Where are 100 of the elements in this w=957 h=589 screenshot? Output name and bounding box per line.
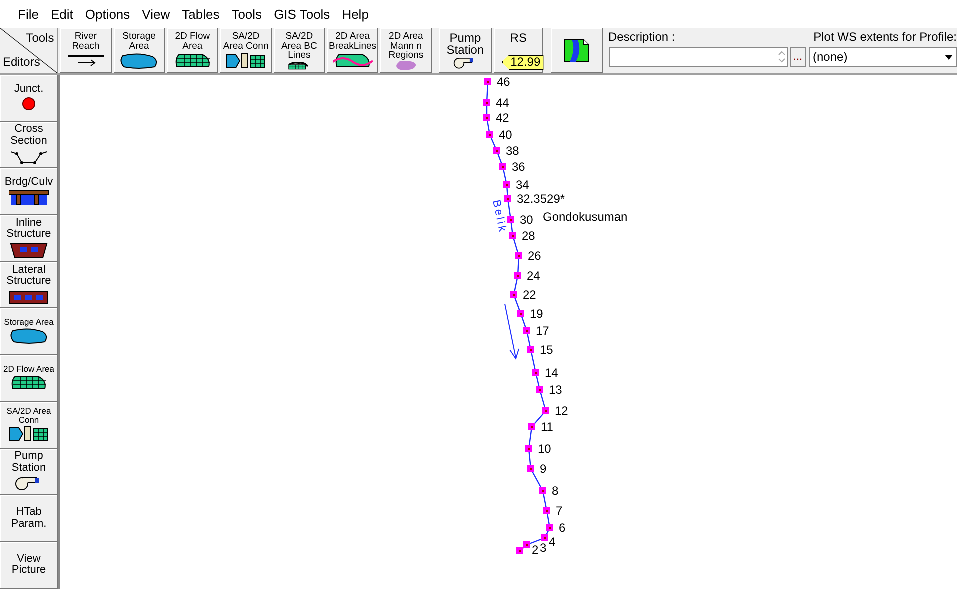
station-label: 44 [496, 96, 510, 110]
cross-section-marker[interactable] [532, 370, 540, 376]
editor-button[interactable]: View Picture [0, 542, 58, 589]
cross-section-marker[interactable] [542, 408, 550, 414]
cross-section-marker[interactable] [504, 182, 510, 188]
editor-button[interactable]: HTab Param. [0, 495, 58, 542]
editor-button[interactable]: Pump Station [0, 448, 58, 496]
station-label: 30 [520, 213, 534, 227]
editor-button[interactable]: Junct. [0, 75, 58, 122]
cross-section-marker[interactable] [484, 114, 490, 122]
cross-section-marker[interactable] [518, 310, 524, 318]
station-label: 4 [549, 535, 556, 549]
cross-section-marker[interactable] [528, 466, 534, 472]
cross-section-marker[interactable] [536, 386, 544, 394]
profile-dropdown[interactable]: (none) [809, 47, 957, 67]
station-label: 19 [530, 307, 544, 321]
tool-button[interactable]: River Reach [60, 28, 112, 73]
menu-item[interactable]: Options [79, 6, 136, 22]
menu-item[interactable]: Help [336, 6, 375, 22]
pump-station-button[interactable]: Pump Station [438, 28, 492, 73]
station-label: 9 [540, 462, 547, 476]
station-label: 12 [555, 404, 568, 418]
tool-button[interactable]: 2D Flow Area [166, 28, 218, 73]
editor-button[interactable]: 2D Flow Area [0, 355, 58, 402]
station-label: 34 [516, 178, 530, 192]
connection-icon [226, 53, 266, 70]
pond-icon [9, 328, 49, 346]
station-label: 10 [538, 442, 552, 456]
station-label: 13 [549, 383, 562, 397]
tool-button[interactable]: 2D Area BreakLines [327, 28, 378, 73]
station-label: 2 [532, 543, 539, 557]
editor-button[interactable]: Storage Area [0, 308, 58, 356]
cross-section-marker[interactable] [546, 524, 554, 532]
cross-section-marker[interactable] [484, 78, 492, 86]
tool-button[interactable]: 2D Area Mann n Regions [380, 28, 432, 73]
tool-button[interactable]: SA/2D Area BC Lines [274, 28, 326, 73]
station-label: 36 [512, 160, 526, 174]
menu-item[interactable]: Tables [176, 6, 226, 22]
menu-item[interactable]: GIS Tools [268, 6, 336, 22]
cross-section-marker[interactable] [500, 164, 506, 170]
map-icon [564, 39, 590, 63]
tool-button[interactable]: SA/2D Area Conn [220, 28, 272, 73]
cross-section-marker[interactable] [528, 424, 536, 430]
description-label: Description : [608, 30, 676, 44]
editor-button[interactable]: SA/2D Area Conn [0, 402, 58, 448]
cross-section-marker[interactable] [510, 232, 516, 240]
rs-tag: 12.99 [502, 54, 544, 70]
station-label: 14 [545, 366, 558, 380]
pond-icon [119, 53, 160, 70]
station-label: 26 [528, 249, 542, 263]
flow-arrow [504, 304, 520, 360]
cross-section-icon [9, 148, 49, 166]
editor-button[interactable]: Cross Section [0, 122, 58, 168]
editor-button[interactable]: Brdg/Culv [0, 168, 58, 216]
cross-section-marker[interactable] [516, 252, 522, 260]
bridge-icon [9, 189, 49, 206]
menu-item[interactable]: Tools [226, 6, 268, 22]
station-label: 8 [552, 484, 559, 498]
menu-item[interactable]: Edit [44, 6, 80, 22]
menu-item[interactable]: File [12, 6, 45, 22]
station-label: 46 [497, 75, 510, 89]
station-label: 6 [559, 521, 566, 535]
description-field[interactable] [608, 47, 788, 67]
station-label: 22 [523, 288, 536, 302]
cross-section-marker[interactable] [516, 548, 524, 554]
station-label: 7 [556, 504, 563, 518]
browse-button[interactable]: ... [790, 47, 806, 67]
menu-item[interactable]: View [136, 6, 176, 22]
station-label: 15 [540, 343, 554, 357]
cross-section-marker[interactable] [486, 132, 494, 138]
cross-section-marker[interactable] [542, 534, 548, 542]
cross-section-marker[interactable] [544, 508, 550, 514]
station-label: 11 [541, 420, 554, 434]
cross-section-marker[interactable] [526, 446, 532, 452]
cross-section-marker[interactable] [504, 196, 512, 202]
spinner-icon [777, 49, 787, 65]
lateral-weir-icon [9, 288, 49, 306]
map-button[interactable] [551, 28, 603, 73]
profile-label: Plot WS extents for Profile: [814, 30, 957, 44]
cross-section-marker[interactable] [524, 542, 530, 548]
cross-section-marker[interactable] [508, 216, 514, 224]
editor-button[interactable]: Lateral Structure [0, 262, 58, 308]
tool-button[interactable]: Storage Area [114, 28, 165, 73]
break-line-icon [332, 53, 373, 70]
cross-section-marker[interactable] [514, 272, 522, 280]
station-label: 24 [527, 269, 540, 283]
cross-section-marker[interactable] [524, 328, 530, 334]
tools-label: Tools [26, 31, 54, 45]
station-label: 32.3529* [517, 192, 566, 206]
cross-section-marker[interactable] [540, 488, 546, 494]
weir-icon [9, 242, 49, 259]
cross-section-marker[interactable] [528, 346, 534, 354]
station-label: 28 [522, 229, 536, 243]
editor-button[interactable]: Inline Structure [0, 215, 58, 262]
cross-section-marker[interactable] [510, 292, 518, 298]
rs-button[interactable]: RS 12.99 [494, 28, 544, 73]
cross-section-marker[interactable] [484, 100, 490, 106]
station-label: 42 [496, 111, 510, 125]
station-label: 17 [536, 324, 550, 338]
cross-section-marker[interactable] [494, 148, 500, 154]
